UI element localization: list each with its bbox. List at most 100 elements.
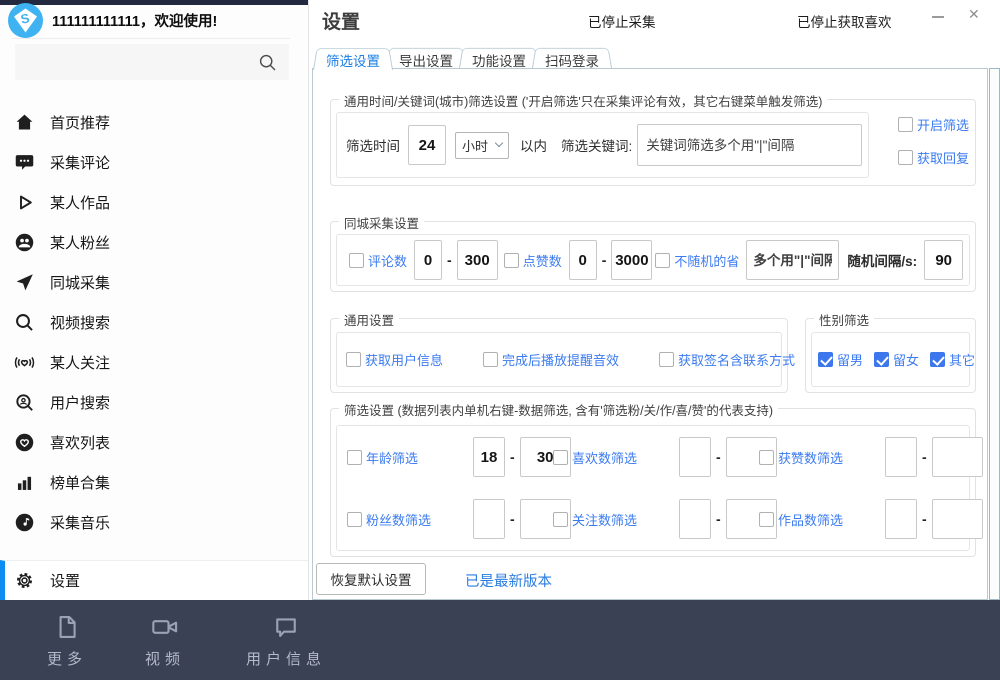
praise-count-filter-checkbox[interactable]: 获赞数筛选 — [759, 448, 885, 467]
group-data-filter: 筛选设置 (数据列表内单机右键-数据筛选, 含有'筛选粉/关/作/喜/赞'的代表… — [330, 408, 976, 557]
version-link[interactable]: 已是最新版本 — [465, 570, 552, 591]
age-filter-checkbox[interactable]: 年龄筛选 — [347, 448, 473, 467]
time-unit-select[interactable]: 小时 — [455, 132, 509, 159]
works-count-filter-checkbox[interactable]: 作品数筛选 — [759, 510, 885, 529]
sidebar-item-home-recommend[interactable]: 首页推荐 — [0, 102, 308, 142]
sidebar-item-collect-comments[interactable]: 采集评论 — [0, 142, 308, 182]
time-filter-label: 筛选时间 — [346, 135, 400, 155]
comment-min-input[interactable] — [414, 240, 442, 280]
age-min-input[interactable] — [473, 437, 505, 477]
group-gender-filter: 性别筛选 留男 留女 其它 — [805, 318, 976, 393]
time-filter-value-input[interactable] — [408, 125, 446, 165]
follow-count-filter-checkbox[interactable]: 关注数筛选 — [553, 510, 679, 529]
comment-max-input[interactable] — [457, 240, 498, 280]
praise-max-input[interactable] — [932, 437, 983, 477]
time-filter-options: 开启筛选 获取回复 — [898, 115, 969, 167]
comment-icon — [14, 152, 35, 173]
like-max-input[interactable] — [611, 240, 652, 280]
heart-circle-icon — [14, 432, 35, 453]
group-legend: 通用设置 — [339, 310, 399, 329]
bar-chart-icon — [14, 472, 35, 493]
minimize-button[interactable] — [932, 16, 944, 18]
search-icon[interactable] — [258, 53, 277, 72]
works-max-input[interactable] — [932, 499, 983, 539]
sidebar-item-like-list[interactable]: 喜欢列表 — [0, 422, 308, 462]
age-filter-cell: 年龄筛选 - — [347, 437, 553, 477]
follow-min-input[interactable] — [679, 499, 711, 539]
chevron-down-icon — [495, 139, 503, 147]
group-time-keyword-filter: 通用时间/关键词(城市)筛选设置 ('开启筛选'只在采集评论有效，其它右键菜单触… — [330, 99, 976, 186]
enable-filter-checkbox[interactable]: 开启筛选 — [898, 115, 969, 134]
follow-filter-cell: 关注数筛选 - — [553, 499, 759, 539]
app-logo-icon: S — [7, 2, 44, 39]
group-city-collect: 同城采集设置 评论数 - 点赞数 - 不随机的省 随机间隔/s: — [330, 221, 976, 292]
home-icon — [14, 112, 35, 133]
province-input[interactable] — [746, 240, 839, 280]
fans-min-input[interactable] — [473, 499, 505, 539]
filter-row-1: 年龄筛选 - 喜欢数筛选 - — [347, 437, 959, 477]
tab-function-settings[interactable]: 功能设置 — [459, 46, 539, 69]
sidebar-item-ranking-collection[interactable]: 榜单合集 — [0, 462, 308, 502]
broadcast-heart-icon — [14, 352, 35, 373]
sidebar-divider — [12, 38, 290, 39]
gender-other-checkbox[interactable]: 其它 — [930, 350, 975, 369]
group-legend: 通用时间/关键词(城市)筛选设置 ('开启筛选'只在采集评论有效，其它右键菜单触… — [339, 91, 827, 110]
get-user-info-checkbox[interactable]: 获取用户信息 — [346, 350, 443, 369]
non-random-province-checkbox[interactable]: 不随机的省 — [655, 251, 739, 270]
filter-row-2: 粉丝数筛选 - 关注数筛选 - — [347, 499, 959, 539]
praise-min-input[interactable] — [885, 437, 917, 477]
welcome-text: 111111111111，欢迎使用! — [52, 10, 217, 31]
likes-count-filter-checkbox[interactable]: 喜欢数筛选 — [553, 448, 679, 467]
keyword-label: 筛选关键词: — [561, 135, 632, 155]
sidebar-item-user-fans[interactable]: 某人粉丝 — [0, 222, 308, 262]
group-legend: 同城采集设置 — [339, 213, 424, 232]
status-collect: 已停止采集 — [588, 11, 656, 31]
panel-scrollbar[interactable] — [989, 68, 1000, 600]
sidebar-item-user-search[interactable]: 用户搜索 — [0, 382, 308, 422]
sidebar-item-user-works[interactable]: 某人作品 — [0, 182, 308, 222]
gender-male-checkbox[interactable]: 留男 — [818, 350, 863, 369]
sidebar-item-video-search[interactable]: 视频搜索 — [0, 302, 308, 342]
praise-filter-cell: 获赞数筛选 - — [759, 437, 965, 477]
like-min-input[interactable] — [569, 240, 597, 280]
bottom-item-user-info[interactable]: 用户信息 — [226, 613, 346, 680]
general-settings-frame: 获取用户信息 完成后播放提醒音效 获取签名含联系方式 — [336, 332, 782, 387]
sidebar-item-collect-music[interactable]: 采集音乐 — [0, 502, 308, 542]
group-legend: 性别筛选 — [814, 310, 874, 329]
likes-min-input[interactable] — [679, 437, 711, 477]
bottom-item-more[interactable]: 更多 — [32, 613, 102, 680]
search-icon — [14, 312, 35, 333]
get-reply-checkbox[interactable]: 获取回复 — [898, 148, 969, 167]
sidebar-menu: 首页推荐 采集评论 某人作品 某人粉丝 同城采集 — [0, 102, 308, 542]
works-min-input[interactable] — [885, 499, 917, 539]
group-legend: 筛选设置 (数据列表内单机右键-数据筛选, 含有'筛选粉/关/作/喜/赞'的代表… — [339, 400, 778, 419]
restore-defaults-button[interactable]: 恢复默认设置 — [316, 563, 426, 595]
bottom-item-video[interactable]: 视频 — [130, 613, 200, 680]
like-count-checkbox[interactable]: 点赞数 — [504, 251, 562, 270]
gear-icon — [14, 570, 35, 591]
search-input[interactable] — [15, 44, 258, 80]
main-header: 设置 已停止采集 已停止获取喜欢 ✕ — [310, 0, 1000, 40]
gender-female-checkbox[interactable]: 留女 — [874, 350, 919, 369]
file-icon — [51, 613, 83, 641]
close-button[interactable]: ✕ — [968, 6, 980, 23]
navigation-icon — [14, 272, 35, 293]
tab-export-settings[interactable]: 导出设置 — [386, 46, 466, 69]
gender-filter-frame: 留男 留女 其它 — [811, 332, 970, 387]
tab-filter-settings[interactable]: 筛选设置 — [313, 46, 393, 69]
fans-count-filter-checkbox[interactable]: 粉丝数筛选 — [347, 510, 473, 529]
random-interval-input[interactable] — [924, 240, 963, 280]
sidebar-item-city-collect[interactable]: 同城采集 — [0, 262, 308, 302]
page-title: 设置 — [322, 7, 360, 34]
sidebar: S 111111111111，欢迎使用! 首页推荐 采集评论 某人作品 — [0, 0, 309, 600]
works-filter-cell: 作品数筛选 - — [759, 499, 965, 539]
keyword-input[interactable] — [637, 124, 862, 166]
sidebar-item-user-follows[interactable]: 某人关注 — [0, 342, 308, 382]
bottom-toolbar: 更多 视频 用户信息 — [0, 600, 1000, 680]
play-sound-checkbox[interactable]: 完成后播放提醒音效 — [483, 350, 619, 369]
comment-count-checkbox[interactable]: 评论数 — [349, 251, 407, 270]
tab-qrcode-login[interactable]: 扫码登录 — [532, 46, 612, 69]
sidebar-item-settings[interactable]: 设置 — [0, 560, 308, 600]
group-general-settings: 通用设置 获取用户信息 完成后播放提醒音效 获取签名含联系方式 — [330, 318, 788, 393]
signature-contact-checkbox[interactable]: 获取签名含联系方式 — [659, 350, 795, 369]
